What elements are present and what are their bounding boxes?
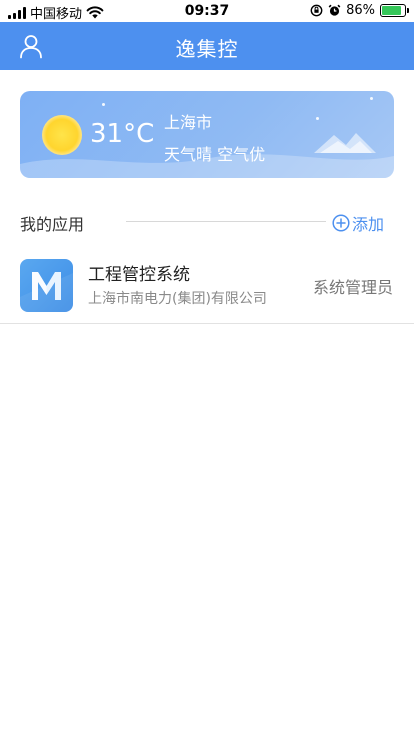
plus-circle-icon xyxy=(332,214,350,232)
weather-card[interactable]: 31°C 上海市 天气晴 空气优 xyxy=(20,91,394,178)
add-app-button[interactable]: 添加 xyxy=(332,211,384,235)
status-bar: 中国移动 09:37 86% xyxy=(0,0,414,22)
mountain-icon xyxy=(314,133,376,153)
sparkle-icon xyxy=(370,97,373,100)
app-name: 工程管控系统 xyxy=(88,265,190,285)
weather-temperature: 31°C xyxy=(90,119,155,149)
section-divider xyxy=(126,221,326,222)
weather-city: 上海市 xyxy=(164,113,213,132)
section-title: 我的应用 xyxy=(20,215,85,234)
list-item[interactable]: 工程管控系统 上海市南电力(集团)有限公司 系统管理员 xyxy=(0,250,414,324)
app-role: 系统管理员 xyxy=(312,278,393,297)
sparkle-icon xyxy=(102,103,105,106)
orientation-lock-icon xyxy=(310,4,323,17)
sun-icon xyxy=(42,115,82,155)
battery-icon xyxy=(380,4,409,17)
app-header: 逸集控 xyxy=(0,22,414,70)
status-right: 86% xyxy=(310,3,409,18)
weather-description: 天气晴 空气优 xyxy=(164,145,266,164)
add-button-label: 添加 xyxy=(352,215,385,234)
app-logo-icon xyxy=(20,259,73,312)
sparkle-icon xyxy=(316,117,319,120)
page-title: 逸集控 xyxy=(175,37,239,61)
battery-percent: 86% xyxy=(346,3,375,18)
app-company: 上海市南电力(集团)有限公司 xyxy=(88,291,267,307)
alarm-icon xyxy=(328,4,341,16)
